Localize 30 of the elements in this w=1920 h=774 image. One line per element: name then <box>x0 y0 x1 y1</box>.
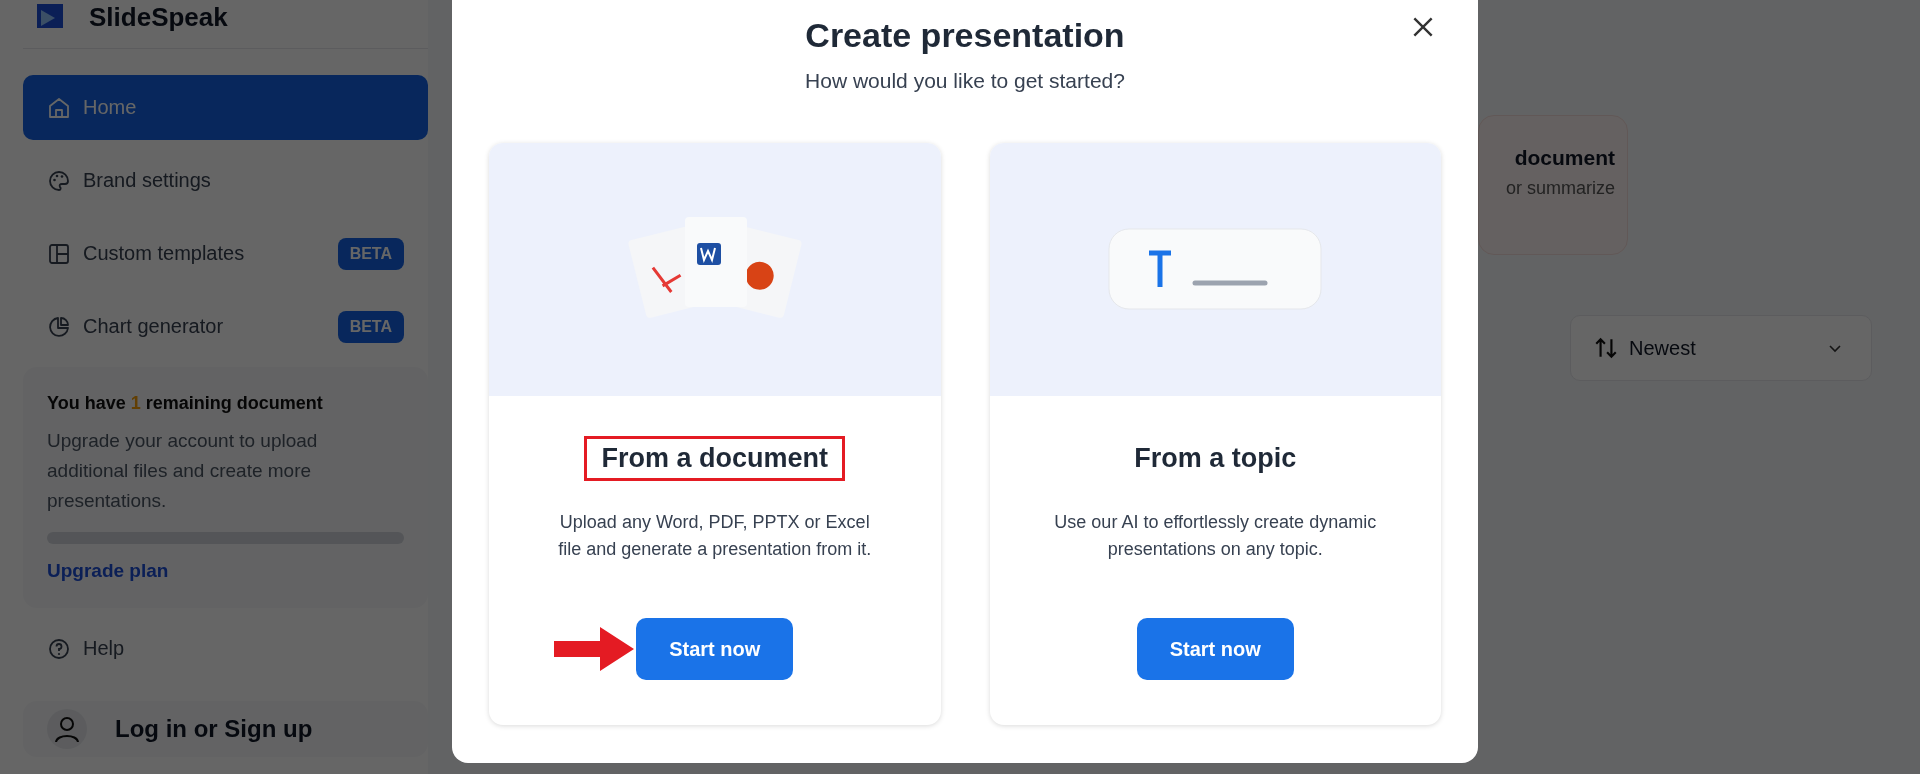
upgrade-plan-link[interactable]: Upgrade plan <box>47 560 404 582</box>
home-icon <box>47 95 71 120</box>
beta-badge: BETA <box>337 237 404 270</box>
brand-name: SlideSpeak <box>89 1 228 33</box>
dialog-subtitle: How would you like to get started? <box>804 69 1126 93</box>
nav-item[interactable]: Home <box>23 75 428 140</box>
card-text: or summarize <box>1505 178 1615 199</box>
nav-item[interactable]: Custom templates BETA <box>23 221 428 286</box>
dialog-title: Create presentation <box>805 16 1125 55</box>
upgrade-description: Upgrade your account to upload additional files and create more presentations. <box>47 429 319 513</box>
avatar-icon <box>47 709 87 749</box>
start-now-button[interactable]: Start now <box>1136 618 1294 680</box>
card-title: document <box>1514 146 1615 170</box>
option-description: Upload any Word, PDF, PPTX or Excel file and generate a presentation from it. <box>557 510 873 561</box>
help-icon <box>47 636 71 661</box>
nav-item[interactable]: Brand settings <box>23 148 428 213</box>
beta-badge: BETA <box>337 310 404 343</box>
sort-dropdown[interactable]: Newest <box>1570 315 1872 381</box>
help-item[interactable]: Help <box>23 616 428 681</box>
palette-icon <box>47 168 71 193</box>
option-description: Use our AI to effortlessly create dynamic presentations on any topic. <box>1053 510 1378 561</box>
pie-chart-icon <box>47 314 71 339</box>
option-title: From a document <box>584 436 845 481</box>
remaining-documents-text: You have 1 remaining document <box>47 393 324 414</box>
layout-icon <box>47 241 71 266</box>
nav-item[interactable]: Chart generator BETA <box>23 294 428 359</box>
sort-icon <box>1593 335 1619 361</box>
option-title: From a topic <box>1133 442 1298 475</box>
pointer-arrow-icon <box>554 625 635 673</box>
start-now-button[interactable]: Start now <box>636 618 794 680</box>
